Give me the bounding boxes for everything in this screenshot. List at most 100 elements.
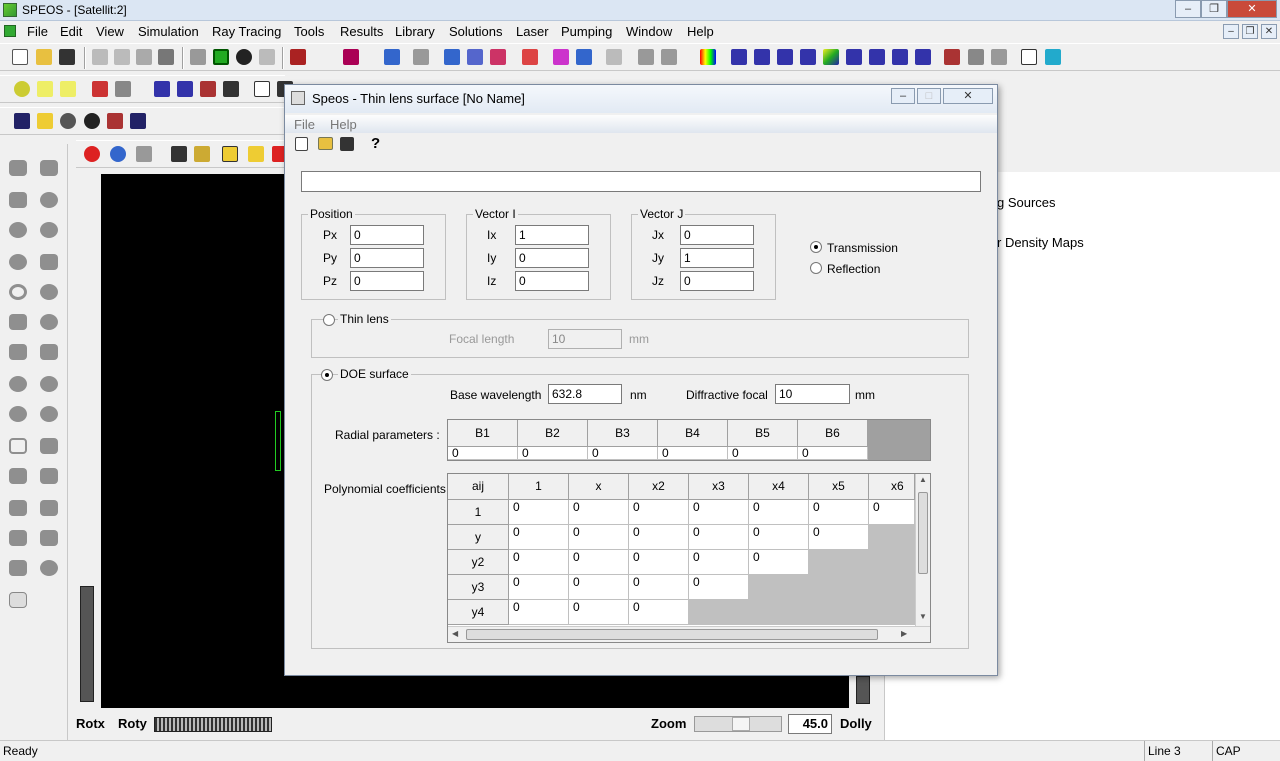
iz-input[interactable]: 0 xyxy=(515,271,589,291)
menu-laser[interactable]: Laser xyxy=(516,24,549,39)
scroll-right-icon[interactable]: ▶ xyxy=(901,629,907,638)
rotx-slider[interactable] xyxy=(80,586,94,702)
shape-k-icon[interactable] xyxy=(9,314,27,330)
lamp-icon[interactable] xyxy=(248,146,264,162)
poly-cell[interactable]: 0 xyxy=(629,550,689,575)
roty-slider[interactable] xyxy=(154,717,272,732)
source-d-icon[interactable] xyxy=(800,49,816,65)
reflection-radio[interactable] xyxy=(810,262,822,274)
poly-cell[interactable]: 0 xyxy=(629,525,689,550)
restore-button[interactable]: ❐ xyxy=(1201,0,1227,18)
tree-item-density-maps[interactable]: r Density Maps xyxy=(997,235,1084,250)
cut-icon[interactable] xyxy=(92,49,108,65)
poly-cell[interactable]: 0 xyxy=(629,575,689,600)
scroll-down-icon[interactable]: ▼ xyxy=(916,612,930,621)
geom-j-icon[interactable] xyxy=(254,81,270,97)
doe-surface-legend[interactable]: DOE surface xyxy=(338,367,411,381)
poly-cell[interactable]: 0 xyxy=(509,600,569,625)
radial-cell[interactable]: 0 xyxy=(518,447,588,460)
reflection-label[interactable]: Reflection xyxy=(827,262,880,276)
shape-a-icon[interactable] xyxy=(9,160,27,176)
geom-h-icon[interactable] xyxy=(200,81,216,97)
dialog-minimize-button[interactable]: – xyxy=(891,88,915,104)
poly-cell[interactable]: 0 xyxy=(509,500,569,525)
zoom-value[interactable]: 45.0 xyxy=(788,714,832,734)
tool-h-icon[interactable] xyxy=(413,49,429,65)
shape-c-icon[interactable] xyxy=(9,192,27,208)
ray-f-icon[interactable] xyxy=(576,49,592,65)
shape-t-icon[interactable] xyxy=(40,438,58,454)
geom-a-icon[interactable] xyxy=(14,81,30,97)
tool-k-icon[interactable] xyxy=(991,49,1007,65)
shape-aa-icon[interactable] xyxy=(9,560,27,576)
menu-window[interactable]: Window xyxy=(626,24,672,39)
poly-cell[interactable]: 0 xyxy=(749,550,809,575)
shape-e-icon[interactable] xyxy=(9,222,27,238)
poly-cell[interactable]: 0 xyxy=(629,500,689,525)
tool-c-icon[interactable] xyxy=(236,49,252,65)
tool-a-icon[interactable] xyxy=(190,49,206,65)
poly-cell[interactable]: 0 xyxy=(809,525,869,550)
poly-cell[interactable]: 0 xyxy=(509,525,569,550)
shape-n-icon[interactable] xyxy=(40,344,58,360)
poly-cell[interactable]: 0 xyxy=(689,500,749,525)
grid-icon[interactable] xyxy=(136,146,152,162)
tree-item-sources[interactable]: g Sources xyxy=(997,195,1056,210)
source-e-icon[interactable] xyxy=(823,49,839,65)
shape-z-icon[interactable] xyxy=(40,530,58,546)
dialog-menu-file[interactable]: File xyxy=(294,117,315,132)
shape-f-icon[interactable] xyxy=(40,222,58,238)
menu-help[interactable]: Help xyxy=(687,24,714,39)
poly-horizontal-scrollbar[interactable]: ◀ ▶ xyxy=(448,626,930,642)
menu-ray-tracing[interactable]: Ray Tracing xyxy=(212,24,281,39)
tool-b-icon[interactable] xyxy=(213,49,229,65)
shape-o-icon[interactable] xyxy=(9,376,27,392)
tool-f-icon[interactable] xyxy=(343,49,359,65)
ray-i-icon[interactable] xyxy=(661,49,677,65)
geom-e-icon[interactable] xyxy=(115,81,131,97)
tool-j-icon[interactable] xyxy=(944,49,960,65)
doe-surface-radio[interactable] xyxy=(321,369,333,381)
scroll-v-thumb[interactable] xyxy=(918,492,928,574)
transmission-radio[interactable] xyxy=(810,241,822,253)
source-b-icon[interactable] xyxy=(754,49,770,65)
sphere-icon[interactable] xyxy=(84,146,100,162)
thin-lens-legend[interactable]: Thin lens xyxy=(338,312,391,326)
mdi-restore-button[interactable]: ❐ xyxy=(1242,24,1258,39)
poly-cell[interactable]: 0 xyxy=(689,575,749,600)
dialog-open-icon[interactable] xyxy=(318,137,333,150)
source-h-icon[interactable] xyxy=(892,49,908,65)
shape-u-icon[interactable] xyxy=(9,468,27,484)
ray-e-icon[interactable] xyxy=(553,49,569,65)
paste-icon[interactable] xyxy=(136,49,152,65)
poly-cell[interactable]: 0 xyxy=(869,500,915,525)
scroll-left-icon[interactable]: ◀ xyxy=(452,629,458,638)
jz-input[interactable]: 0 xyxy=(680,271,754,291)
ray-d-icon[interactable] xyxy=(522,49,538,65)
shape-x-icon[interactable] xyxy=(40,500,58,516)
poly-cell[interactable]: 0 xyxy=(569,575,629,600)
scroll-h-thumb[interactable] xyxy=(466,629,878,640)
poly-cell[interactable]: 0 xyxy=(749,525,809,550)
thin-lens-radio[interactable] xyxy=(323,314,335,326)
geom-f-icon[interactable] xyxy=(154,81,170,97)
globe-icon[interactable] xyxy=(110,146,126,162)
source-a-icon[interactable] xyxy=(731,49,747,65)
tool-d-icon[interactable] xyxy=(259,49,275,65)
iy-input[interactable]: 0 xyxy=(515,248,589,268)
poly-cell[interactable]: 0 xyxy=(569,600,629,625)
new-icon[interactable] xyxy=(12,49,28,65)
geom-b-icon[interactable] xyxy=(37,81,53,97)
shape-q-icon[interactable] xyxy=(9,406,27,422)
jy-input[interactable]: 1 xyxy=(680,248,754,268)
menu-edit[interactable]: Edit xyxy=(60,24,82,39)
dialog-close-button[interactable]: ✕ xyxy=(943,88,993,104)
box-icon[interactable] xyxy=(222,146,238,162)
dialog-menu-help[interactable]: Help xyxy=(330,117,357,132)
poly-cell[interactable]: 0 xyxy=(689,550,749,575)
surface-name-field[interactable] xyxy=(301,171,981,192)
menu-library[interactable]: Library xyxy=(395,24,435,39)
shape-ac-icon[interactable] xyxy=(9,592,27,608)
open-icon[interactable] xyxy=(36,49,52,65)
zoom-thumb[interactable] xyxy=(732,717,750,731)
